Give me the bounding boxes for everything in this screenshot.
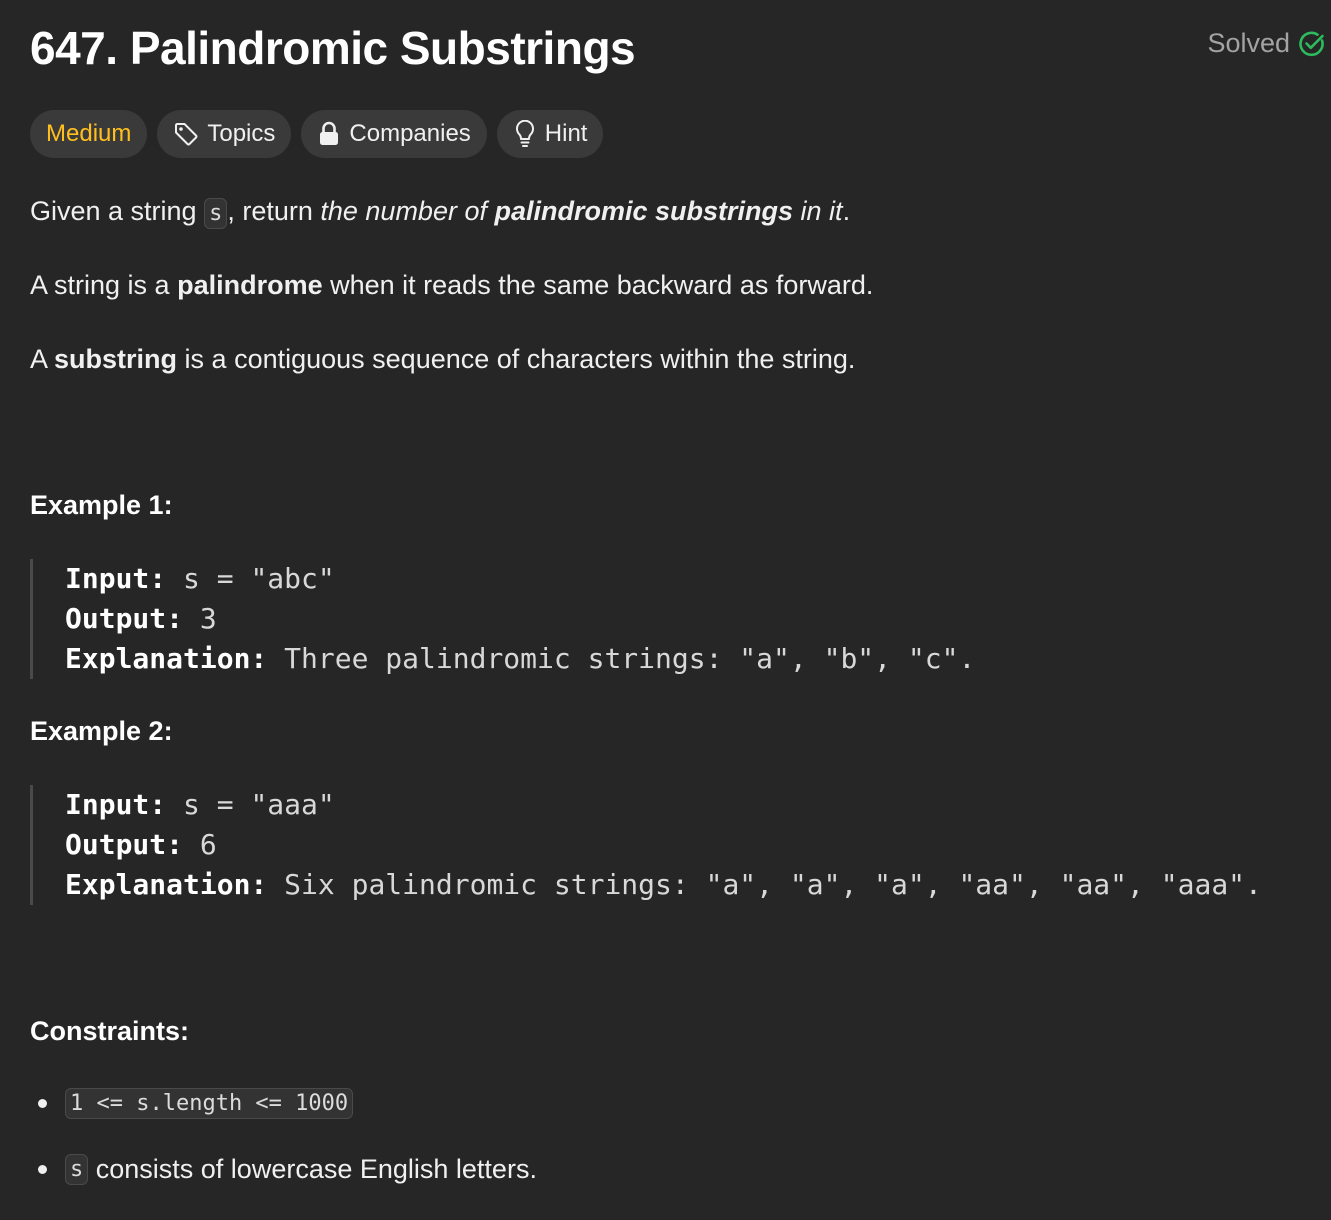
topics-button[interactable]: Topics (157, 110, 292, 158)
emphasis-text: the number of (320, 196, 495, 226)
text-span: Given a string (30, 196, 205, 226)
output-value: 6 (183, 828, 217, 861)
explanation-value: Three palindromic strings: "a", "b", "c"… (267, 642, 976, 675)
output-label: Output: (65, 828, 184, 861)
example-explanation-line: Explanation: Six palindromic strings: "a… (65, 865, 1262, 905)
emphasis-text: in it (793, 196, 843, 226)
input-value: s = "aaa" (166, 788, 335, 821)
explanation-label: Explanation: (65, 868, 268, 901)
check-circle-icon (1298, 30, 1326, 58)
difficulty-badge: Medium (30, 110, 148, 158)
problem-title: 647. Palindromic Substrings (30, 18, 636, 78)
output-value: 3 (183, 602, 217, 635)
example-1-block: Input: s = "abc" Output: 3 Explanation: … (30, 559, 975, 679)
constraints-heading: Constraints: (30, 1016, 190, 1046)
text-span: A string is a (30, 270, 178, 300)
statement-paragraph-3: A substring is a contiguous sequence of … (30, 338, 855, 380)
text-span: is a contiguous sequence of characters w… (177, 344, 856, 374)
solved-status: Solved (1207, 28, 1326, 59)
example-output-line: Output: 6 (65, 825, 1262, 865)
example-output-line: Output: 3 (65, 599, 975, 639)
bullet (38, 1165, 47, 1174)
explanation-label: Explanation: (65, 642, 268, 675)
companies-label: Companies (349, 120, 471, 147)
constraint-item-1: 1 <= s.length <= 1000 (30, 1088, 354, 1119)
input-value: s = "abc" (166, 562, 335, 595)
companies-button[interactable]: Companies (301, 110, 487, 158)
text-span: when it reads the same backward as forwa… (322, 270, 874, 300)
example-input-line: Input: s = "abc" (65, 559, 975, 599)
example-2-heading: Example 2: (30, 716, 173, 746)
output-label: Output: (65, 602, 184, 635)
emphasis-bold-text: palindromic substrings (494, 196, 794, 226)
inline-code-s: s (204, 198, 228, 229)
tag-row: Medium Topics Companies Hint (30, 110, 604, 158)
constraint-code: s (65, 1154, 89, 1185)
hint-label: Hint (544, 120, 588, 147)
constraint-code: 1 <= s.length <= 1000 (65, 1088, 354, 1119)
tag-icon (173, 121, 199, 147)
bullet (38, 1099, 47, 1108)
explanation-value: Six palindromic strings: "a", "a", "a", … (267, 868, 1262, 901)
problem-number: 647. (30, 22, 118, 74)
example-2-block: Input: s = "aaa" Output: 6 Explanation: … (30, 785, 1262, 905)
bold-term: palindrome (177, 270, 323, 300)
topics-label: Topics (207, 120, 276, 147)
solved-label: Solved (1207, 28, 1290, 58)
input-label: Input: (65, 788, 167, 821)
input-label: Input: (65, 562, 167, 595)
example-explanation-line: Explanation: Three palindromic strings: … (65, 639, 975, 679)
text-span: . (842, 196, 851, 226)
example-input-line: Input: s = "aaa" (65, 785, 1262, 825)
statement-paragraph-1: Given a string s, return the number of p… (30, 190, 850, 235)
problem-name: Palindromic Substrings (129, 22, 636, 74)
hint-button[interactable]: Hint (496, 110, 604, 158)
title-row: 647. Palindromic Substrings Solved (30, 18, 1326, 78)
constraint-item-2: s consists of lowercase English letters. (30, 1154, 537, 1185)
lightbulb-icon (513, 120, 537, 148)
bold-term: substring (54, 344, 178, 374)
example-1-heading: Example 1: (30, 490, 173, 520)
text-span: A (30, 344, 55, 374)
lock-icon (317, 121, 341, 147)
constraint-text: consists of lowercase English letters. (88, 1154, 537, 1184)
statement-paragraph-2: A string is a palindrome when it reads t… (30, 264, 873, 306)
text-span: , return (227, 196, 321, 226)
difficulty-label: Medium (46, 120, 132, 147)
